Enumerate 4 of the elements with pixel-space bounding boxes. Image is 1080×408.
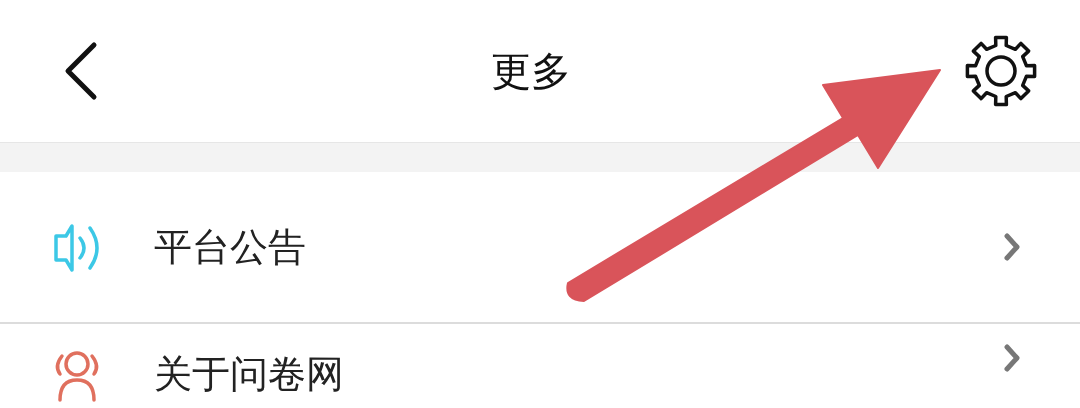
chevron-icon	[1004, 233, 1020, 261]
chevron-icon	[1004, 344, 1020, 372]
menu-item[interactable]: 关于问卷网	[0, 324, 1080, 406]
page-title: 更多	[491, 47, 571, 96]
